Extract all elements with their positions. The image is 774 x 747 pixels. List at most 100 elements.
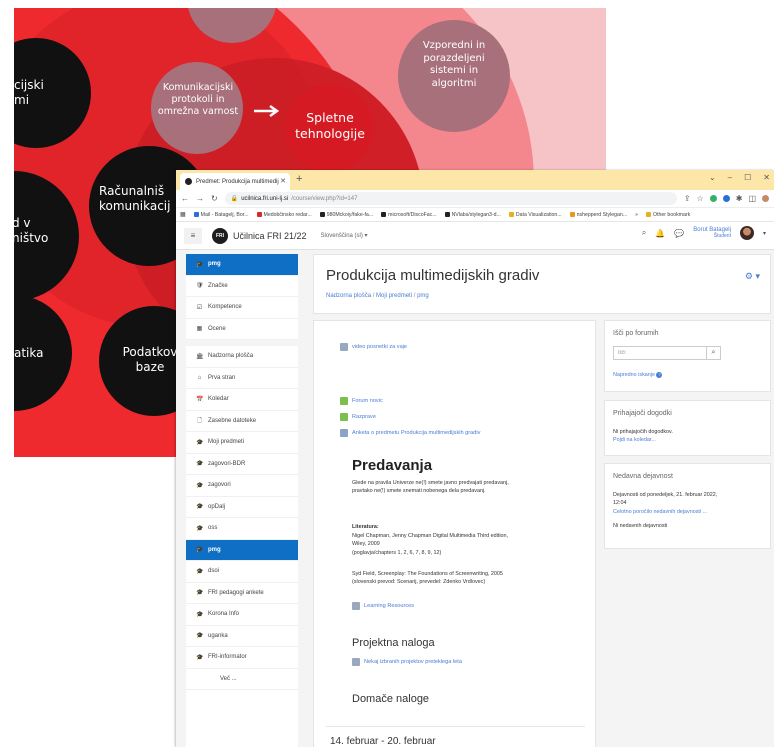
back-arrow-icon[interactable]: ← bbox=[181, 194, 189, 203]
activity-label: Nekaj izbranih projektov preteklega leta bbox=[364, 659, 462, 665]
block-title: Prihajajoči dogodki bbox=[613, 410, 672, 417]
drawer-item[interactable]: 🎓 pmg bbox=[186, 539, 298, 561]
bubble-label-spletne: Spletne tehnologije bbox=[295, 110, 365, 141]
drawer-item-label: zagovori bbox=[208, 482, 231, 489]
extension-green-icon[interactable] bbox=[709, 195, 717, 202]
bell-icon[interactable]: 🔔 bbox=[655, 229, 665, 238]
caret-down-icon[interactable]: ▾ bbox=[763, 230, 766, 237]
graduation-cap-icon: 🎓 bbox=[196, 504, 204, 511]
maximize-icon[interactable]: ☐ bbox=[744, 173, 751, 182]
other-bookmarks-folder[interactable]: Other bookmark bbox=[646, 212, 690, 218]
gear-icon[interactable]: ⚙ ▾ bbox=[745, 271, 760, 282]
drawer-item[interactable]: 🗋 Zasebne datoteke bbox=[186, 411, 298, 432]
browser-tab[interactable]: Predmet: Produkcija multimedij ✕ bbox=[180, 173, 290, 190]
course-content: video posnetki za vaje Forum novic Razpr… bbox=[313, 320, 596, 747]
activity-learning-resources[interactable]: Learning Resources bbox=[352, 602, 414, 610]
drawer-item[interactable]: ⌂ Prva stran bbox=[186, 368, 298, 389]
drawer-item[interactable]: ☑ Kompetence bbox=[186, 297, 298, 319]
drawer-item[interactable]: Več ... bbox=[186, 669, 298, 690]
drawer-item[interactable]: 🎓 dsoi bbox=[186, 561, 298, 583]
activity-razprave[interactable]: Razprave bbox=[340, 413, 376, 421]
forum-search-input[interactable]: Išči bbox=[613, 346, 707, 360]
drawer-item[interactable]: 🎓 uganka bbox=[186, 626, 298, 647]
bookmark-item[interactable]: Mail - Batagelj, Bor... bbox=[193, 212, 249, 218]
reload-icon[interactable]: ↻ bbox=[211, 194, 218, 203]
minimize-icon[interactable]: – bbox=[728, 173, 732, 182]
bubble-label-atika: atika bbox=[14, 346, 44, 360]
drawer-item-label: Moji predmeti bbox=[208, 439, 245, 446]
url-field[interactable]: 🔒 ucilnica.fri.uni-lj.si/course/view.php… bbox=[224, 192, 677, 205]
activity-projekti[interactable]: Nekaj izbranih projektov preteklega leta bbox=[352, 658, 462, 666]
puzzle-icon[interactable]: ✱ bbox=[736, 194, 743, 203]
user-menu[interactable]: Borut Batagelj Študent bbox=[693, 227, 731, 239]
drawer-item[interactable]: 🎓 opDalj bbox=[186, 497, 298, 518]
predavanja-notice: Glede na pravila Univerze ne(!) smete ja… bbox=[352, 480, 509, 495]
section-title-week: 14. februar - 20. februar bbox=[330, 736, 436, 747]
goto-calendar-link[interactable]: Pojdi na koledar... bbox=[613, 437, 656, 443]
drawer-item[interactable]: 🎓 Moji predmeti bbox=[186, 432, 298, 454]
bookmark-item[interactable]: 980Mckoiy/fake-fa... bbox=[319, 212, 373, 218]
avatar[interactable] bbox=[739, 226, 754, 240]
close-tab-icon[interactable]: ✕ bbox=[280, 177, 286, 185]
tab-title: Predmet: Produkcija multimedij bbox=[196, 178, 279, 185]
apps-grid-icon[interactable]: ▦ bbox=[180, 211, 186, 218]
drawer-item[interactable]: 🎓 zagovori-BDR bbox=[186, 454, 298, 475]
activity-video-link[interactable]: video posnetki za vaje bbox=[340, 343, 407, 351]
bookmark-item[interactable]: Medobčinsko redar... bbox=[256, 212, 312, 218]
search-button[interactable]: ⌕ bbox=[706, 346, 721, 360]
drawer-item[interactable]: 📅 Koledar bbox=[186, 389, 298, 411]
bookmark-item[interactable]: nshepperd Stylegan... bbox=[569, 212, 627, 218]
bookmark-item[interactable]: Data Visualization... bbox=[508, 212, 562, 218]
drawer-item[interactable]: 🎓 pmg bbox=[186, 254, 298, 276]
other-bookmarks-label: Other bookmark bbox=[653, 211, 691, 218]
chat-icon[interactable]: 💬 bbox=[674, 229, 684, 238]
sidepanel-icon[interactable]: ◫ bbox=[748, 194, 756, 203]
close-window-icon[interactable]: ✕ bbox=[763, 173, 770, 182]
language-menu[interactable]: Slovenščina (sl) ▾ bbox=[321, 232, 368, 239]
activity-label: Anketa o predmetu Produkcija multimedijs… bbox=[352, 430, 481, 436]
new-tab-button[interactable]: + bbox=[296, 173, 302, 185]
forward-arrow-icon[interactable]: → bbox=[196, 194, 204, 203]
forum-icon bbox=[340, 397, 348, 405]
drawer-item-label: opDalj bbox=[208, 503, 226, 510]
block-title: Išči po forumih bbox=[613, 330, 659, 337]
activity-anketa[interactable]: Anketa o predmetu Produkcija multimedijs… bbox=[340, 429, 480, 437]
share-icon[interactable]: ⇪ bbox=[684, 194, 691, 203]
drawer-item-label: Zasebne datoteke bbox=[208, 417, 257, 424]
drawer-item[interactable]: 🛡 Značke bbox=[186, 276, 298, 297]
shield-icon: 🛡 bbox=[196, 283, 204, 290]
drawer-item[interactable]: 🎓 zagovori bbox=[186, 475, 298, 497]
calendar-icon: 📅 bbox=[196, 396, 204, 403]
breadcrumb-dashboard[interactable]: Nadzorna plošča bbox=[326, 293, 371, 299]
full-report-link[interactable]: Celotno poročilo nedavnih dejavnosti ... bbox=[613, 509, 707, 515]
drawer-item[interactable]: 🎓 FRI-informator bbox=[186, 647, 298, 669]
chevron-right-icon[interactable]: » bbox=[635, 212, 638, 218]
search-icon[interactable]: ⌕ bbox=[642, 228, 646, 238]
drawer-item[interactable]: ▦ Ocene bbox=[186, 319, 298, 340]
breadcrumb-course[interactable]: pmg bbox=[417, 293, 429, 299]
literatura-book-1: Nigel Chapman, Jenny Chapman Digital Mul… bbox=[352, 533, 509, 556]
graduation-cap-icon: 🎓 bbox=[196, 547, 204, 554]
drawer-item[interactable]: 🎓 oss bbox=[186, 518, 298, 540]
url-host: ucilnica.fri.uni-lj.si bbox=[241, 195, 289, 202]
drawer-item[interactable]: 🏛 Nadzorna plošča bbox=[186, 346, 298, 368]
hamburger-menu-icon[interactable]: ≡ bbox=[184, 227, 202, 244]
help-icon[interactable]: ? bbox=[656, 372, 663, 378]
breadcrumb-my-courses[interactable]: Moji predmeti bbox=[376, 293, 412, 299]
drawer-item[interactable]: 🎓 Korona Info bbox=[186, 604, 298, 626]
block-upcoming-events: Prihajajoči dogodki Ni prihajajočih dogo… bbox=[604, 400, 771, 456]
file-icon: 🗋 bbox=[197, 417, 202, 424]
drawer-item[interactable]: 🎓 FRI pedagogi ankete bbox=[186, 583, 298, 604]
bookmark-item[interactable]: NVlabs/stylegan3-d... bbox=[444, 212, 501, 218]
bookmark-item[interactable]: microsoft/DiscoFac... bbox=[381, 212, 437, 218]
extension-blue-icon[interactable] bbox=[722, 195, 730, 202]
github-icon bbox=[319, 212, 325, 217]
profile-avatar-icon[interactable] bbox=[762, 195, 769, 202]
fri-logo[interactable]: FRI bbox=[212, 227, 228, 244]
activity-forum-novic[interactable]: Forum novic bbox=[340, 397, 383, 405]
drawer-item-label: Nadzorna plošča bbox=[208, 353, 254, 360]
site-name[interactable]: Učilnica FRI 21/22 bbox=[233, 231, 307, 241]
advanced-search-link[interactable]: Napredno iskanje ? bbox=[613, 372, 663, 378]
star-icon[interactable]: ☆ bbox=[697, 194, 704, 203]
chevron-down-icon[interactable]: ⌄ bbox=[709, 173, 716, 182]
